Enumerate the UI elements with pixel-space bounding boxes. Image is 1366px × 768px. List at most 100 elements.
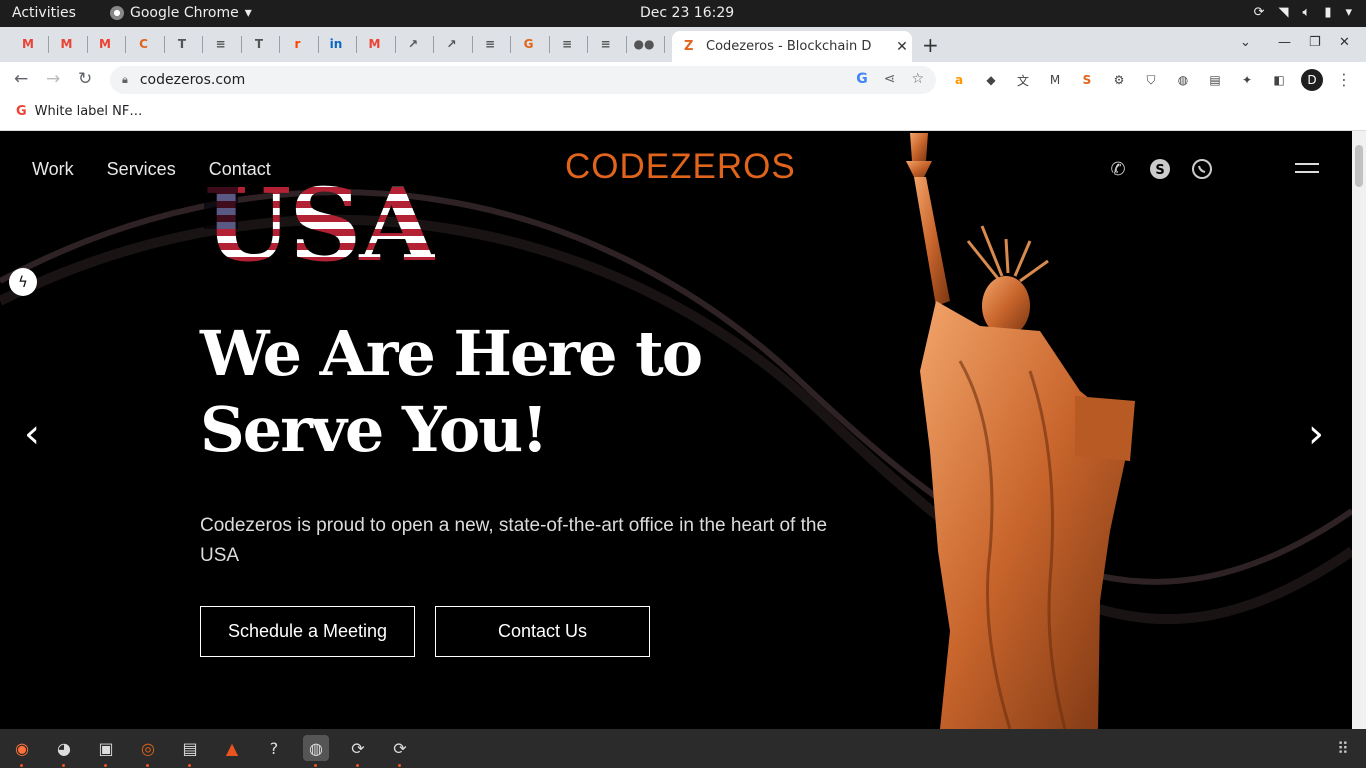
bookmark-white-label[interactable]: G White label NF… xyxy=(16,104,142,119)
profile-avatar[interactable]: D xyxy=(1301,69,1323,91)
clock[interactable]: Dec 23 16:29 xyxy=(640,5,734,21)
sync-dock-icon-2[interactable]: ⟳ xyxy=(387,735,413,761)
codezeros-logo[interactable]: CODEZEROS xyxy=(565,147,796,187)
scrollbar-thumb[interactable] xyxy=(1355,145,1363,187)
contact-us-button[interactable]: Contact Us xyxy=(435,606,650,657)
back-arrow-icon[interactable]: ← xyxy=(14,69,28,89)
web-page: Work Services Contact CODEZEROS ✆ S USA … xyxy=(0,131,1352,729)
new-tab-button[interactable]: + xyxy=(922,33,939,57)
codezeros-favicon-icon: Z xyxy=(684,38,694,54)
taskbar-dock: ◉ ◕ ▣ ◎ ▤ ▲ ? ◍ ⟳ ⟳ ⠿ xyxy=(0,729,1366,768)
lock-icon[interactable]: 🔒︎ xyxy=(122,73,128,87)
chrome-icon xyxy=(110,6,124,20)
amazon-extension-icon[interactable]: a xyxy=(950,71,968,89)
chrome-dock-icon[interactable]: ◍ xyxy=(303,735,329,761)
nav-services[interactable]: Services xyxy=(107,159,176,180)
document-extension-icon[interactable]: ▤ xyxy=(1206,71,1224,89)
pinned-tab[interactable]: ≡ xyxy=(557,35,577,53)
tab-separator xyxy=(86,36,88,53)
pinned-tab[interactable]: G xyxy=(519,35,539,53)
text-editor-icon[interactable]: ▤ xyxy=(177,735,203,761)
minimize-button[interactable]: — xyxy=(1278,35,1291,50)
help-icon[interactable]: ? xyxy=(261,735,287,761)
globe-extension-icon[interactable]: ◍ xyxy=(1174,71,1192,89)
lightning-icon[interactable]: ϟ xyxy=(9,268,37,296)
pinned-tab[interactable]: ≡ xyxy=(596,35,616,53)
running-indicator xyxy=(104,764,107,767)
running-indicator xyxy=(314,764,317,767)
omnibox-actions: G ⋖ ☆ xyxy=(856,71,924,87)
address-bar[interactable]: 🔒︎ codezeros.com G ⋖ ☆ xyxy=(110,66,936,94)
hamburger-menu-icon[interactable] xyxy=(1295,163,1319,179)
schedule-meeting-button[interactable]: Schedule a Meeting xyxy=(200,606,415,657)
share-icon[interactable]: ⋖ xyxy=(884,71,896,87)
slider-prev-arrow-icon[interactable]: ‹ xyxy=(24,411,40,457)
running-indicator xyxy=(146,764,149,767)
tab-title: Codezeros - Blockchain D xyxy=(706,39,872,54)
pinned-tab[interactable]: M xyxy=(365,35,385,53)
translate-extension-icon[interactable]: 文 xyxy=(1014,71,1032,89)
page-scrollbar[interactable] xyxy=(1352,131,1366,729)
pinned-tab[interactable]: ●● xyxy=(634,35,655,53)
app-menu[interactable]: Google Chrome ▾ xyxy=(110,5,252,21)
pinned-tab[interactable]: ↗ xyxy=(442,35,462,53)
puzzle-icon[interactable]: ✦ xyxy=(1238,71,1256,89)
show-apps-grid-icon[interactable]: ⠿ xyxy=(1337,739,1349,758)
extension-icon[interactable]: ◆ xyxy=(982,71,1000,89)
usa-flag-text: USA xyxy=(204,166,437,284)
volume-icon: 🔈︎ xyxy=(1302,5,1311,20)
tab-separator xyxy=(664,36,665,53)
pinned-tab[interactable]: M xyxy=(57,35,77,53)
record-icon[interactable]: ◎ xyxy=(135,735,161,761)
pinned-tab[interactable]: C xyxy=(134,35,154,53)
headline-line-1: We Are Here to xyxy=(200,317,703,390)
running-indicator xyxy=(398,764,401,767)
tab-separator xyxy=(240,36,242,53)
whatsapp-icon[interactable] xyxy=(1190,157,1214,181)
activities-button[interactable]: Activities xyxy=(12,5,76,21)
sync-dock-icon[interactable]: ⟳ xyxy=(345,735,371,761)
hero-headline: We Are Here to Serve You! xyxy=(200,316,720,468)
chevron-down-icon: ▾ xyxy=(1345,5,1352,20)
tab-search-icon[interactable]: ⌄ xyxy=(1240,35,1251,50)
slider-next-arrow-icon[interactable]: › xyxy=(1308,411,1324,457)
pinned-tab[interactable]: T xyxy=(249,35,269,53)
pinned-tab[interactable]: T xyxy=(172,35,192,53)
close-icon[interactable]: ✕ xyxy=(892,39,912,55)
forward-arrow-icon[interactable]: → xyxy=(46,69,60,89)
wifi-icon: ◥ xyxy=(1278,5,1289,20)
pinned-tab[interactable]: M xyxy=(95,35,115,53)
firefox-icon[interactable]: ◉ xyxy=(9,735,35,761)
tab-separator xyxy=(625,36,627,53)
pinned-tab[interactable]: ≡ xyxy=(480,35,500,53)
tab-separator xyxy=(125,36,126,53)
sync-icon: ⟳ xyxy=(1253,5,1265,20)
restore-button[interactable]: ❐ xyxy=(1309,35,1321,50)
tab-separator xyxy=(548,36,550,53)
google-translate-icon[interactable]: G xyxy=(856,71,868,87)
more-menu-icon[interactable]: ⋮ xyxy=(1336,70,1352,89)
software-center-icon[interactable]: ▲ xyxy=(219,735,245,761)
system-top-bar: Activities Google Chrome ▾ Dec 23 16:29 … xyxy=(0,0,1366,27)
pinned-tab[interactable]: r xyxy=(288,35,308,53)
side-panel-icon[interactable]: ◧ xyxy=(1270,71,1288,89)
nav-work[interactable]: Work xyxy=(32,159,74,180)
reload-icon[interactable]: ↻ xyxy=(78,69,92,89)
address-text[interactable]: codezeros.com xyxy=(140,72,245,88)
shield-extension-icon[interactable]: ⛉ xyxy=(1142,71,1160,89)
gear-extension-icon[interactable]: ⚙ xyxy=(1110,71,1128,89)
pinned-tab[interactable]: ≡ xyxy=(211,35,231,53)
flag-canton xyxy=(204,183,238,229)
pinned-tab[interactable]: ↗ xyxy=(403,35,423,53)
system-tray[interactable]: ⟳ ◥ 🔈︎ ▮ ▾ xyxy=(1254,5,1352,20)
pinned-tab[interactable]: M xyxy=(18,35,38,53)
s-extension-icon[interactable]: S xyxy=(1078,71,1096,89)
gmail-extension-icon[interactable]: M xyxy=(1046,71,1064,89)
screen-icon[interactable]: ▣ xyxy=(93,735,119,761)
battery-icon: ▮ xyxy=(1324,5,1332,20)
chat-icon[interactable]: ◕ xyxy=(51,735,77,761)
pinned-tab[interactable]: in xyxy=(326,35,346,53)
close-window-button[interactable]: ✕ xyxy=(1339,35,1350,50)
star-icon[interactable]: ☆ xyxy=(911,71,924,87)
tab-codezeros[interactable]: Z Codezeros - Blockchain D ✕ xyxy=(672,31,912,62)
